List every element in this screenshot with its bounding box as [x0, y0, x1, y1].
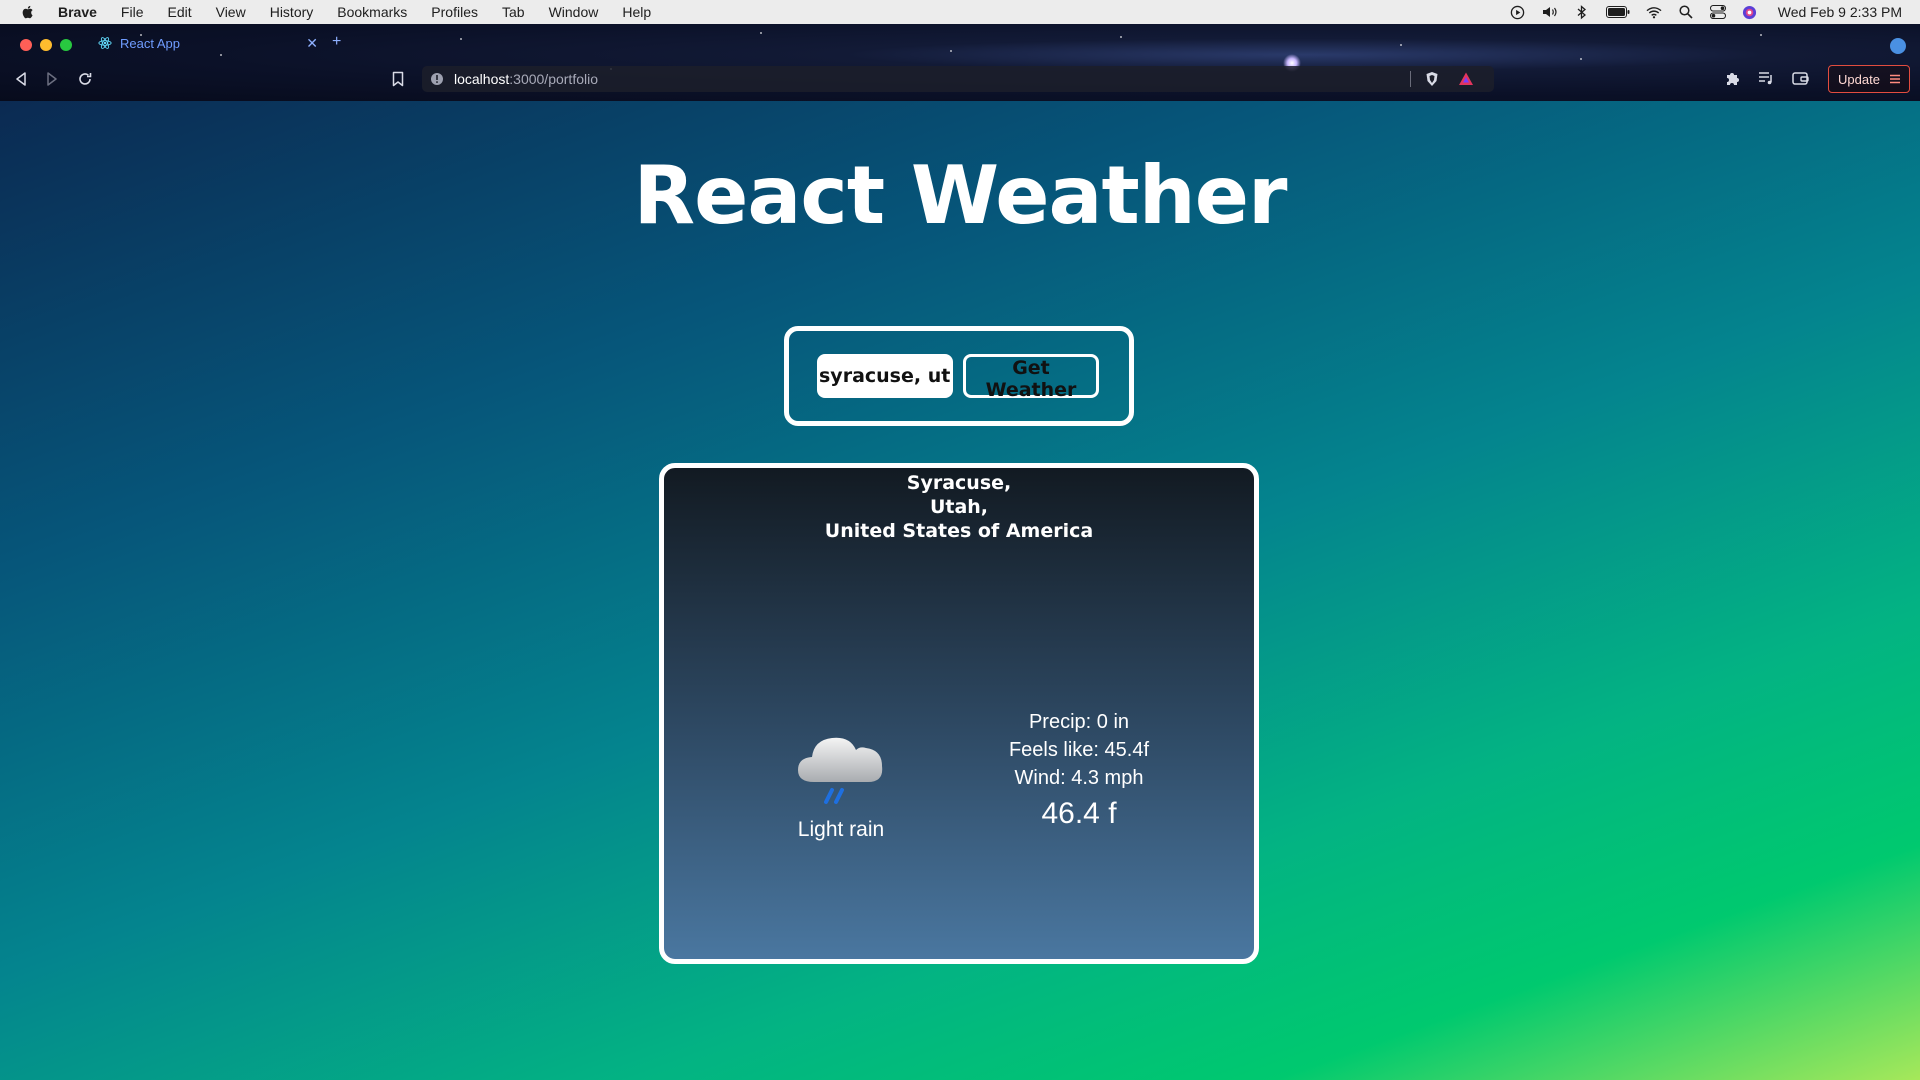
reload-icon[interactable] — [76, 70, 94, 88]
menu-bookmarks[interactable]: Bookmarks — [337, 4, 407, 20]
url-host: localhost — [454, 71, 510, 87]
location-region: Utah, — [929, 496, 989, 518]
macos-menu-bar: Brave File Edit View History Bookmarks P… — [0, 0, 1920, 24]
menu-view[interactable]: View — [216, 4, 246, 20]
get-weather-button[interactable]: Get Weather — [963, 354, 1099, 401]
weather-details: Precip: 0 in Feels like: 45.4f Wind: 4.3… — [994, 708, 1164, 834]
background-star — [1580, 58, 1582, 60]
bluetooth-icon[interactable] — [1574, 4, 1590, 20]
volume-icon[interactable] — [1542, 4, 1558, 20]
navigation-toolbar: localhost :3000/portfolio Update — [0, 62, 1920, 96]
precipitation-value: Precip: 0 in — [1028, 711, 1130, 733]
update-button-label: Update — [1838, 71, 1880, 87]
status-icons: Wed Feb 9 2:33 PM — [1510, 0, 1902, 24]
cloud-rain-icon — [798, 737, 883, 804]
location-country: United States of America — [824, 520, 1094, 542]
background-star — [460, 38, 462, 40]
weather-app-page: React Weather Get Weather Syracuse, Utah… — [0, 101, 1920, 1080]
wind-value: Wind: 4.3 mph — [1014, 767, 1144, 789]
playlist-icon[interactable] — [1758, 70, 1776, 88]
background-star — [1400, 44, 1402, 46]
menu-file[interactable]: File — [121, 4, 144, 20]
window-controls — [20, 39, 72, 51]
wifi-icon[interactable] — [1646, 4, 1662, 20]
tab-close-icon[interactable]: ✕ — [306, 35, 318, 52]
spotlight-search-icon[interactable] — [1678, 4, 1694, 20]
city-search-input[interactable] — [817, 354, 953, 398]
background-star — [950, 50, 952, 52]
menu-hamburger-icon — [1889, 74, 1900, 84]
back-icon[interactable] — [12, 70, 30, 88]
update-browser-button[interactable]: Update — [1828, 65, 1910, 93]
site-info-icon[interactable] — [430, 72, 444, 86]
menu-bar-clock[interactable]: Wed Feb 9 2:33 PM — [1778, 4, 1902, 20]
wallet-icon[interactable] — [1792, 70, 1810, 88]
location-heading: Syracuse, Utah, United States of America — [664, 471, 1254, 543]
background-star — [760, 32, 762, 34]
url-path: :3000/portfolio — [509, 71, 598, 87]
forward-icon[interactable] — [43, 70, 61, 88]
browser-extensions — [1724, 70, 1810, 88]
address-bar-divider — [1410, 71, 1411, 87]
menu-tab[interactable]: Tab — [502, 4, 525, 20]
profile-avatar-icon[interactable] — [1890, 38, 1906, 54]
minimize-window-button[interactable] — [40, 39, 52, 51]
temperature-value: 46.4 f — [1041, 797, 1117, 830]
play-icon[interactable] — [1510, 4, 1526, 20]
page-title: React Weather — [633, 149, 1288, 242]
bookmark-icon[interactable] — [391, 71, 405, 87]
menu-profiles[interactable]: Profiles — [431, 4, 478, 20]
background-star — [1120, 36, 1122, 38]
close-window-button[interactable] — [20, 39, 32, 51]
location-city: Syracuse, — [906, 472, 1012, 494]
weather-card: Syracuse, Utah, United States of America… — [659, 463, 1259, 964]
brave-shields-icon[interactable] — [1424, 71, 1440, 87]
background-star — [1760, 34, 1762, 36]
feels-like-value: Feels like: 45.4f — [1008, 739, 1150, 761]
browser-chrome: React App ✕ + localhost :3000/portfolio — [0, 24, 1920, 101]
menu-window[interactable]: Window — [549, 4, 599, 20]
apple-logo-icon[interactable] — [20, 4, 36, 20]
react-favicon-icon — [98, 37, 112, 49]
menu-help[interactable]: Help — [622, 4, 651, 20]
menu-edit[interactable]: Edit — [167, 4, 191, 20]
search-form: Get Weather — [784, 326, 1134, 426]
control-center-icon[interactable] — [1709, 4, 1726, 20]
menu-history[interactable]: History — [270, 4, 314, 20]
siri-icon[interactable] — [1742, 4, 1758, 20]
address-bar[interactable]: localhost :3000/portfolio — [422, 66, 1494, 92]
battery-icon[interactable] — [1605, 4, 1630, 20]
weather-condition: Light rain — [797, 818, 885, 841]
extensions-puzzle-icon[interactable] — [1724, 70, 1742, 88]
menu-app-name[interactable]: Brave — [58, 4, 97, 20]
tab-title: React App — [120, 35, 180, 51]
brave-rewards-icon[interactable] — [1458, 71, 1474, 87]
fullscreen-window-button[interactable] — [60, 39, 72, 51]
new-tab-icon[interactable]: + — [332, 33, 341, 51]
browser-tab-active[interactable]: React App ✕ — [92, 28, 332, 58]
